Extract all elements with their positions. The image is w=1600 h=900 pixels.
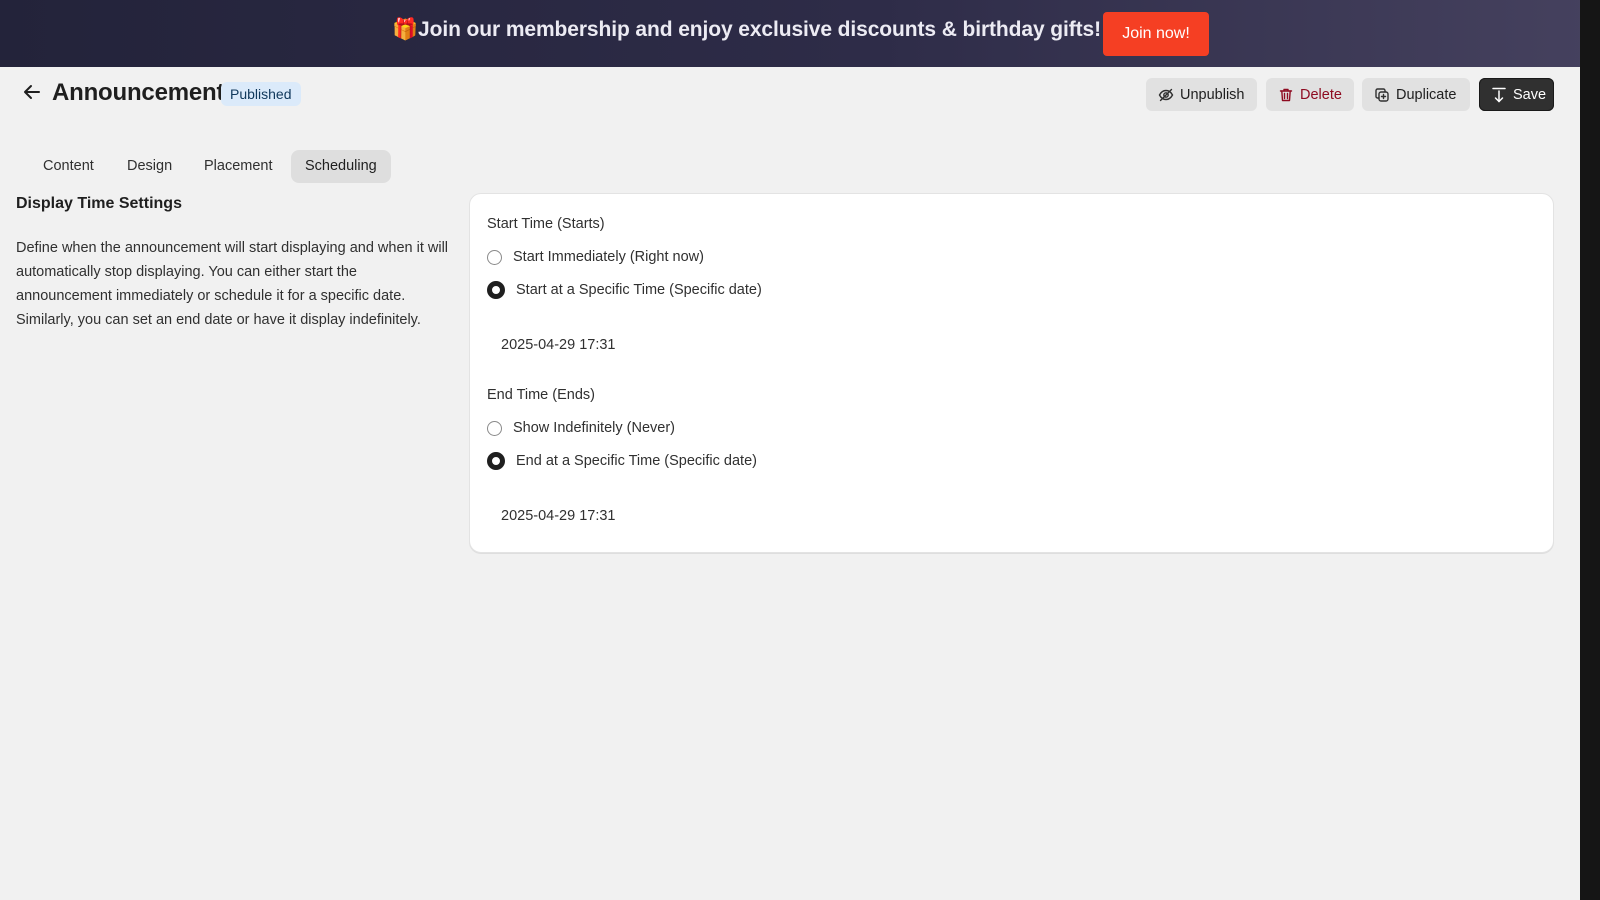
unpublish-label: Unpublish — [1180, 86, 1245, 103]
start-time-label: Start Time (Starts) — [487, 216, 605, 232]
duplicate-label: Duplicate — [1396, 86, 1457, 103]
promo-banner-text: 🎁Join our membership and enjoy exclusive… — [392, 18, 1101, 41]
end-date-input[interactable]: 2025-04-29 17:31 — [488, 498, 1088, 534]
duplicate-button[interactable]: Duplicate — [1362, 78, 1470, 111]
radio-unchecked-icon — [487, 249, 502, 265]
start-date-input[interactable]: 2025-04-29 17:31 — [488, 327, 1088, 363]
end-time-label: End Time (Ends) — [487, 387, 595, 403]
promo-banner: 🎁Join our membership and enjoy exclusive… — [0, 0, 1580, 67]
radio-checked-icon — [487, 452, 505, 470]
radio-checked-icon — [487, 281, 505, 299]
save-label: Save — [1513, 86, 1547, 103]
scheduling-card: Start Time (Starts) Start Immediately (R… — [469, 193, 1554, 553]
end-specific-time-radio[interactable]: End at a Specific Time (Specific date) — [487, 450, 757, 472]
radio-label: Show Indefinitely (Never) — [513, 420, 675, 436]
save-button[interactable]: Save — [1479, 78, 1554, 111]
trash-icon — [1279, 88, 1293, 101]
show-indefinitely-radio[interactable]: Show Indefinitely (Never) — [487, 417, 675, 439]
tab-scheduling[interactable]: Scheduling — [291, 150, 391, 183]
back-arrow-icon[interactable] — [20, 80, 44, 104]
join-now-button[interactable]: Join now! — [1103, 12, 1209, 56]
start-immediately-radio[interactable]: Start Immediately (Right now) — [487, 246, 704, 268]
section-description: Define when the announcement will start … — [16, 240, 449, 328]
tab-content[interactable]: Content — [29, 150, 108, 183]
eye-off-icon — [1158, 88, 1174, 101]
unpublish-button[interactable]: Unpublish — [1146, 78, 1257, 111]
page-title: Announcement — [52, 79, 225, 106]
radio-label: Start at a Specific Time (Specific date) — [516, 282, 762, 298]
window-edge — [1580, 0, 1600, 900]
tab-placement[interactable]: Placement — [190, 150, 287, 183]
delete-label: Delete — [1300, 86, 1342, 103]
app-window: 🎁Join our membership and enjoy exclusive… — [0, 0, 1580, 900]
save-icon — [1492, 87, 1506, 102]
radio-label: End at a Specific Time (Specific date) — [516, 453, 757, 469]
radio-unchecked-icon — [487, 420, 502, 436]
delete-button[interactable]: Delete — [1266, 78, 1354, 111]
duplicate-icon — [1375, 87, 1389, 102]
status-badge: Published — [221, 82, 301, 106]
tab-design[interactable]: Design — [113, 150, 186, 183]
start-specific-time-radio[interactable]: Start at a Specific Time (Specific date) — [487, 279, 762, 301]
section-title: Display Time Settings — [16, 195, 182, 212]
radio-label: Start Immediately (Right now) — [513, 249, 704, 265]
